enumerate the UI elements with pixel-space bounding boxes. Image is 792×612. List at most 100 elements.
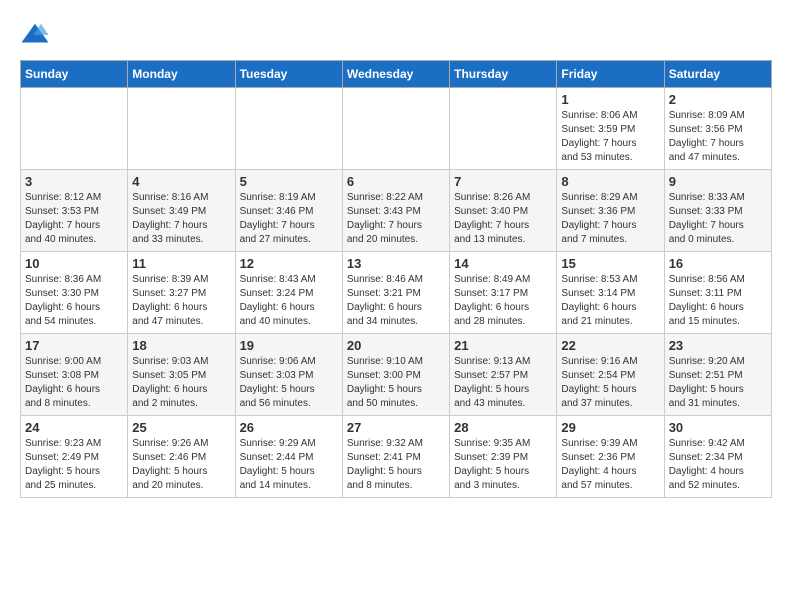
day-number: 28	[454, 420, 552, 435]
calendar-cell: 11 Sunrise: 8:39 AM Sunset: 3:27 PM Dayli…	[128, 252, 235, 334]
calendar-week-row: 17 Sunrise: 9:00 AM Sunset: 3:08 PM Dayli…	[21, 334, 772, 416]
calendar-cell: 7 Sunrise: 8:26 AM Sunset: 3:40 PM Daylig…	[450, 170, 557, 252]
day-number: 7	[454, 174, 552, 189]
cell-content: Sunrise: 9:42 AM Sunset: 2:34 PM Dayligh…	[669, 437, 767, 493]
calendar-cell: 4Sunrise: 8:16 AM Sunset: 3:49 PM Daylig…	[128, 170, 235, 252]
cell-content: Sunrise: 9:35 AM Sunset: 2:39 PM Dayligh…	[454, 437, 552, 493]
cell-content: Sunrise: 8:19 AM Sunset: 3:46 PM Dayligh…	[240, 191, 338, 247]
cell-content: Sunrise: 8:16 AM Sunset: 3:49 PM Dayligh…	[132, 191, 230, 247]
day-number: 1	[561, 92, 659, 107]
calendar-cell: 14 Sunrise: 8:49 AM Sunset: 3:17 PM Dayli…	[450, 252, 557, 334]
calendar-cell: 10 Sunrise: 8:36 AM Sunset: 3:30 PM Dayli…	[21, 252, 128, 334]
calendar-cell: 27 Sunrise: 9:32 AM Sunset: 2:41 PM Dayli…	[342, 416, 449, 498]
calendar-cell: 13Sunrise: 8:46 AM Sunset: 3:21 PM Dayli…	[342, 252, 449, 334]
calendar-cell: 20 Sunrise: 9:10 AM Sunset: 3:00 PM Dayli…	[342, 334, 449, 416]
cell-content: Sunrise: 9:00 AM Sunset: 3:08 PM Dayligh…	[25, 355, 123, 411]
calendar-cell: 5 Sunrise: 8:19 AM Sunset: 3:46 PM Daylig…	[235, 170, 342, 252]
day-number: 18	[132, 338, 230, 353]
calendar-cell: 9Sunrise: 8:33 AM Sunset: 3:33 PM Daylig…	[664, 170, 771, 252]
logo	[20, 20, 54, 50]
cell-content: Sunrise: 9:39 AM Sunset: 2:36 PM Dayligh…	[561, 437, 659, 493]
calendar-cell: 17 Sunrise: 9:00 AM Sunset: 3:08 PM Dayli…	[21, 334, 128, 416]
day-number: 8	[561, 174, 659, 189]
calendar-cell: 23 Sunrise: 9:20 AM Sunset: 2:51 PM Dayli…	[664, 334, 771, 416]
day-number: 27	[347, 420, 445, 435]
calendar-cell	[342, 88, 449, 170]
calendar-cell: 19 Sunrise: 9:06 AM Sunset: 3:03 PM Dayli…	[235, 334, 342, 416]
day-number: 30	[669, 420, 767, 435]
logo-icon	[20, 20, 50, 50]
day-number: 14	[454, 256, 552, 271]
day-number: 22	[561, 338, 659, 353]
calendar-table: SundayMondayTuesdayWednesdayThursdayFrid…	[20, 60, 772, 498]
calendar-cell	[235, 88, 342, 170]
cell-content: Sunrise: 8:22 AM Sunset: 3:43 PM Dayligh…	[347, 191, 445, 247]
calendar-cell: 2 Sunrise: 8:09 AM Sunset: 3:56 PM Daylig…	[664, 88, 771, 170]
weekday-header: Friday	[557, 61, 664, 88]
cell-content: Sunrise: 8:49 AM Sunset: 3:17 PM Dayligh…	[454, 273, 552, 329]
calendar-cell: 6 Sunrise: 8:22 AM Sunset: 3:43 PM Daylig…	[342, 170, 449, 252]
calendar-week-row: 24Sunrise: 9:23 AM Sunset: 2:49 PM Dayli…	[21, 416, 772, 498]
cell-content: Sunrise: 8:46 AM Sunset: 3:21 PM Dayligh…	[347, 273, 445, 329]
calendar-cell: 21 Sunrise: 9:13 AM Sunset: 2:57 PM Dayli…	[450, 334, 557, 416]
day-number: 20	[347, 338, 445, 353]
day-number: 9	[669, 174, 767, 189]
calendar-cell: 15Sunrise: 8:53 AM Sunset: 3:14 PM Dayli…	[557, 252, 664, 334]
day-number: 5	[240, 174, 338, 189]
day-number: 25	[132, 420, 230, 435]
calendar-header: SundayMondayTuesdayWednesdayThursdayFrid…	[21, 61, 772, 88]
cell-content: Sunrise: 8:12 AM Sunset: 3:53 PM Dayligh…	[25, 191, 123, 247]
calendar-cell	[128, 88, 235, 170]
calendar-cell: 22 Sunrise: 9:16 AM Sunset: 2:54 PM Dayli…	[557, 334, 664, 416]
cell-content: Sunrise: 8:56 AM Sunset: 3:11 PM Dayligh…	[669, 273, 767, 329]
cell-content: Sunrise: 9:20 AM Sunset: 2:51 PM Dayligh…	[669, 355, 767, 411]
calendar-cell: 30 Sunrise: 9:42 AM Sunset: 2:34 PM Dayli…	[664, 416, 771, 498]
cell-content: Sunrise: 9:32 AM Sunset: 2:41 PM Dayligh…	[347, 437, 445, 493]
day-number: 11	[132, 256, 230, 271]
cell-content: Sunrise: 9:29 AM Sunset: 2:44 PM Dayligh…	[240, 437, 338, 493]
day-number: 17	[25, 338, 123, 353]
day-number: 3	[25, 174, 123, 189]
day-number: 29	[561, 420, 659, 435]
calendar-cell: 24Sunrise: 9:23 AM Sunset: 2:49 PM Dayli…	[21, 416, 128, 498]
calendar-cell: 16 Sunrise: 8:56 AM Sunset: 3:11 PM Dayli…	[664, 252, 771, 334]
cell-content: Sunrise: 8:39 AM Sunset: 3:27 PM Dayligh…	[132, 273, 230, 329]
day-number: 10	[25, 256, 123, 271]
cell-content: Sunrise: 8:36 AM Sunset: 3:30 PM Dayligh…	[25, 273, 123, 329]
cell-content: Sunrise: 8:53 AM Sunset: 3:14 PM Dayligh…	[561, 273, 659, 329]
weekday-header: Monday	[128, 61, 235, 88]
calendar-cell	[450, 88, 557, 170]
calendar-cell: 25 Sunrise: 9:26 AM Sunset: 2:46 PM Dayli…	[128, 416, 235, 498]
weekday-header: Sunday	[21, 61, 128, 88]
cell-content: Sunrise: 9:23 AM Sunset: 2:49 PM Dayligh…	[25, 437, 123, 493]
calendar-body: 1 Sunrise: 8:06 AM Sunset: 3:59 PM Daylig…	[21, 88, 772, 498]
day-number: 23	[669, 338, 767, 353]
cell-content: Sunrise: 9:26 AM Sunset: 2:46 PM Dayligh…	[132, 437, 230, 493]
day-number: 16	[669, 256, 767, 271]
day-number: 26	[240, 420, 338, 435]
cell-content: Sunrise: 8:26 AM Sunset: 3:40 PM Dayligh…	[454, 191, 552, 247]
day-number: 12	[240, 256, 338, 271]
weekday-header: Thursday	[450, 61, 557, 88]
cell-content: Sunrise: 8:09 AM Sunset: 3:56 PM Dayligh…	[669, 109, 767, 165]
day-number: 2	[669, 92, 767, 107]
day-number: 6	[347, 174, 445, 189]
calendar-week-row: 3 Sunrise: 8:12 AM Sunset: 3:53 PM Daylig…	[21, 170, 772, 252]
weekday-header: Saturday	[664, 61, 771, 88]
header	[20, 20, 772, 50]
cell-content: Sunrise: 9:13 AM Sunset: 2:57 PM Dayligh…	[454, 355, 552, 411]
cell-content: Sunrise: 9:06 AM Sunset: 3:03 PM Dayligh…	[240, 355, 338, 411]
calendar-cell: 26 Sunrise: 9:29 AM Sunset: 2:44 PM Dayli…	[235, 416, 342, 498]
day-number: 21	[454, 338, 552, 353]
cell-content: Sunrise: 8:06 AM Sunset: 3:59 PM Dayligh…	[561, 109, 659, 165]
day-number: 19	[240, 338, 338, 353]
cell-content: Sunrise: 9:10 AM Sunset: 3:00 PM Dayligh…	[347, 355, 445, 411]
calendar-week-row: 10 Sunrise: 8:36 AM Sunset: 3:30 PM Dayli…	[21, 252, 772, 334]
cell-content: Sunrise: 9:16 AM Sunset: 2:54 PM Dayligh…	[561, 355, 659, 411]
cell-content: Sunrise: 9:03 AM Sunset: 3:05 PM Dayligh…	[132, 355, 230, 411]
weekday-header: Tuesday	[235, 61, 342, 88]
calendar-cell: 18 Sunrise: 9:03 AM Sunset: 3:05 PM Dayli…	[128, 334, 235, 416]
calendar-week-row: 1 Sunrise: 8:06 AM Sunset: 3:59 PM Daylig…	[21, 88, 772, 170]
calendar-cell: 12Sunrise: 8:43 AM Sunset: 3:24 PM Dayli…	[235, 252, 342, 334]
calendar-cell: 8Sunrise: 8:29 AM Sunset: 3:36 PM Daylig…	[557, 170, 664, 252]
